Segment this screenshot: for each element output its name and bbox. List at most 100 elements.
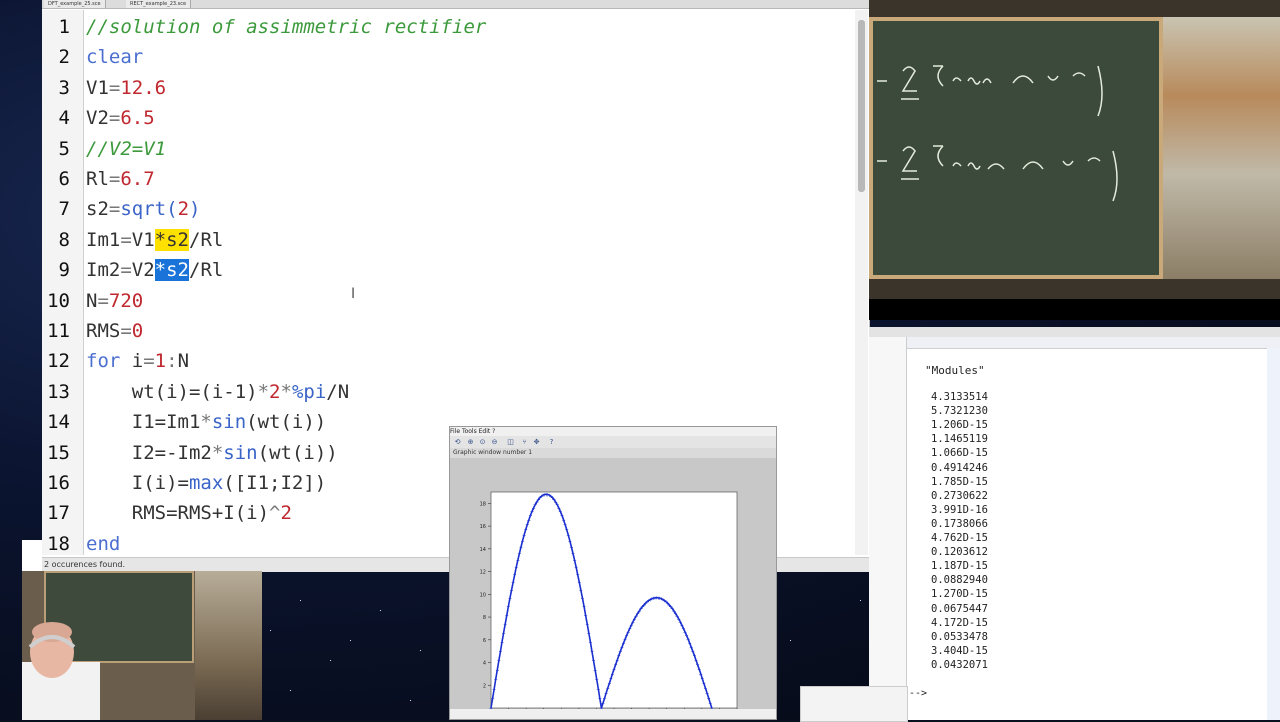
chalk-formulas-image: [877, 65, 1118, 202]
line-number: 11: [47, 320, 70, 342]
y-tick-label: 4: [483, 661, 486, 667]
star-dot: [790, 640, 791, 641]
console-value: 0.0533478: [931, 630, 988, 643]
edit-axes-icon[interactable]: ⑂: [520, 438, 529, 446]
star-dot: [270, 630, 271, 631]
console-value: 1.066D-15: [931, 447, 988, 460]
rectifier-plot[interactable]: 00.511.522.533.544.555.566.5724681012141…: [450, 458, 776, 709]
lecturer-image: [22, 622, 100, 720]
code-token: 0: [131, 320, 144, 342]
code-line[interactable]: wt(i)=(i-1)*2*%pi/N: [86, 381, 349, 403]
code-token: RMS=RMS+I(i): [86, 502, 270, 525]
code-line[interactable]: I2=-Im2*sin(wt(i)): [86, 442, 338, 464]
code-token: for: [86, 350, 121, 373]
code-token: =: [120, 259, 132, 282]
code-token: =: [108, 107, 121, 130]
graphic-window[interactable]: File Tools Edit ? ⟲ ⊕ ⊙ ⊖ ◫ ⑂ ✥ ? Graphi…: [449, 426, 777, 720]
zoom-out-icon[interactable]: ⊖: [490, 438, 499, 446]
code-line[interactable]: Im1=V1*s2/Rl: [86, 228, 224, 251]
code-token: =: [108, 198, 121, 221]
code-line[interactable]: //solution of assimmetric rectifier: [86, 16, 486, 38]
console-value: 0.0675447: [931, 602, 988, 615]
code-token: *: [200, 411, 212, 434]
code-token: ^: [269, 502, 281, 525]
line-number: 1: [58, 16, 70, 38]
code-line[interactable]: s2=sqrt(2): [86, 198, 200, 220]
star-dot: [290, 690, 291, 691]
console-scrollbar[interactable]: [1267, 348, 1280, 720]
code-token: RMS: [86, 320, 121, 342]
line-number: 9: [58, 259, 70, 282]
scilab-console[interactable]: "Modules" 4.3133514 5.7321230 1.206D-15 1.1…: [869, 327, 1280, 720]
code-line[interactable]: N=720: [86, 290, 143, 312]
console-value: 0.0432071: [931, 658, 988, 671]
console-prompt[interactable]: -->: [909, 688, 1265, 699]
line-number: 7: [58, 198, 70, 221]
line-number: 16: [47, 472, 70, 494]
code-token: =: [120, 228, 132, 251]
code-line[interactable]: for i=1:N: [86, 350, 189, 372]
rotate-icon[interactable]: ⟲: [453, 438, 462, 446]
webcam-edge: [22, 540, 42, 571]
code-token: N: [177, 350, 190, 373]
code-token: clear: [86, 46, 144, 69]
line-number: 3: [58, 76, 70, 99]
star-dot: [860, 600, 861, 601]
code-line[interactable]: RMS=0: [86, 320, 143, 342]
code-token: I(i)=: [86, 472, 189, 494]
console-value: 1.1465119: [931, 433, 988, 446]
code-line[interactable]: V1=12.6: [86, 77, 166, 99]
graphic-status-bar: [450, 709, 776, 719]
code-token: s2: [86, 198, 109, 221]
tab-rect-example[interactable]: RECT_example_23.sce: [126, 0, 192, 8]
code-token: =: [108, 76, 121, 99]
graphic-window-title: Graphic window number 1: [450, 448, 776, 458]
code-line[interactable]: I1=Im1*sin(wt(i)): [86, 411, 327, 434]
console-value: 4.762D-15: [931, 532, 988, 544]
code-line[interactable]: clear: [86, 46, 143, 68]
line-number: 5: [58, 137, 70, 160]
code-token: sqrt: [120, 198, 167, 221]
code-token: wt(i)=(i-1): [86, 380, 258, 403]
code-token: Rl: [86, 168, 109, 190]
console-title-output: "Modules": [925, 364, 985, 377]
code-line[interactable]: Im2=V2*s2/Rl: [86, 259, 223, 282]
zoom-fit-icon[interactable]: ⊙: [478, 438, 487, 446]
line-number: 2: [58, 46, 70, 69]
code-token: 2: [269, 380, 281, 403]
code-token: =: [108, 168, 121, 190]
code-token: V1: [131, 228, 155, 251]
history-panel[interactable]: [800, 686, 908, 722]
star-dot: [330, 660, 331, 661]
pan-icon[interactable]: ✥: [532, 438, 541, 446]
editor-scroll-thumb[interactable]: [858, 20, 865, 192]
graphic-menubar[interactable]: File Tools Edit ?: [450, 427, 776, 436]
line-number-gutter: 1 2 3 4 5 6 7 8 9 10 11 12 13 14 15 16 17 18: [42, 10, 84, 555]
code-token: end: [86, 532, 121, 555]
star-dot: [380, 610, 381, 611]
star-dot: [350, 640, 351, 641]
y-tick-label: 12: [480, 570, 486, 576]
code-line[interactable]: V2=6.5: [86, 107, 155, 129]
code-line[interactable]: Rl=6.7: [86, 168, 155, 190]
code-token: ([I1;I2]): [223, 472, 327, 494]
y-tick-label: 6: [483, 638, 486, 644]
zoom-in-icon[interactable]: ⊕: [466, 438, 475, 446]
code-token: /Rl: [189, 228, 224, 251]
console-header: [869, 337, 1280, 349]
code-token: (: [166, 198, 178, 221]
code-token: :: [166, 350, 178, 373]
code-token: //V2=V1: [86, 137, 167, 160]
code-line[interactable]: end: [86, 533, 120, 555]
code-token: =: [120, 320, 132, 342]
help-icon[interactable]: ?: [547, 438, 556, 446]
code-line[interactable]: I(i)=max([I1;I2]): [86, 472, 326, 494]
file-browser-panel[interactable]: [869, 337, 907, 720]
code-line[interactable]: RMS=RMS+I(i)^2: [86, 502, 292, 524]
code-token: 12.6: [120, 76, 167, 99]
code-line[interactable]: //V2=V1: [86, 138, 166, 160]
tab-dft-example[interactable]: DFT_example_25.sce: [44, 0, 106, 8]
line-number: 12: [47, 350, 70, 373]
line-number: 17: [47, 502, 70, 525]
datatip-icon[interactable]: ◫: [506, 438, 515, 446]
